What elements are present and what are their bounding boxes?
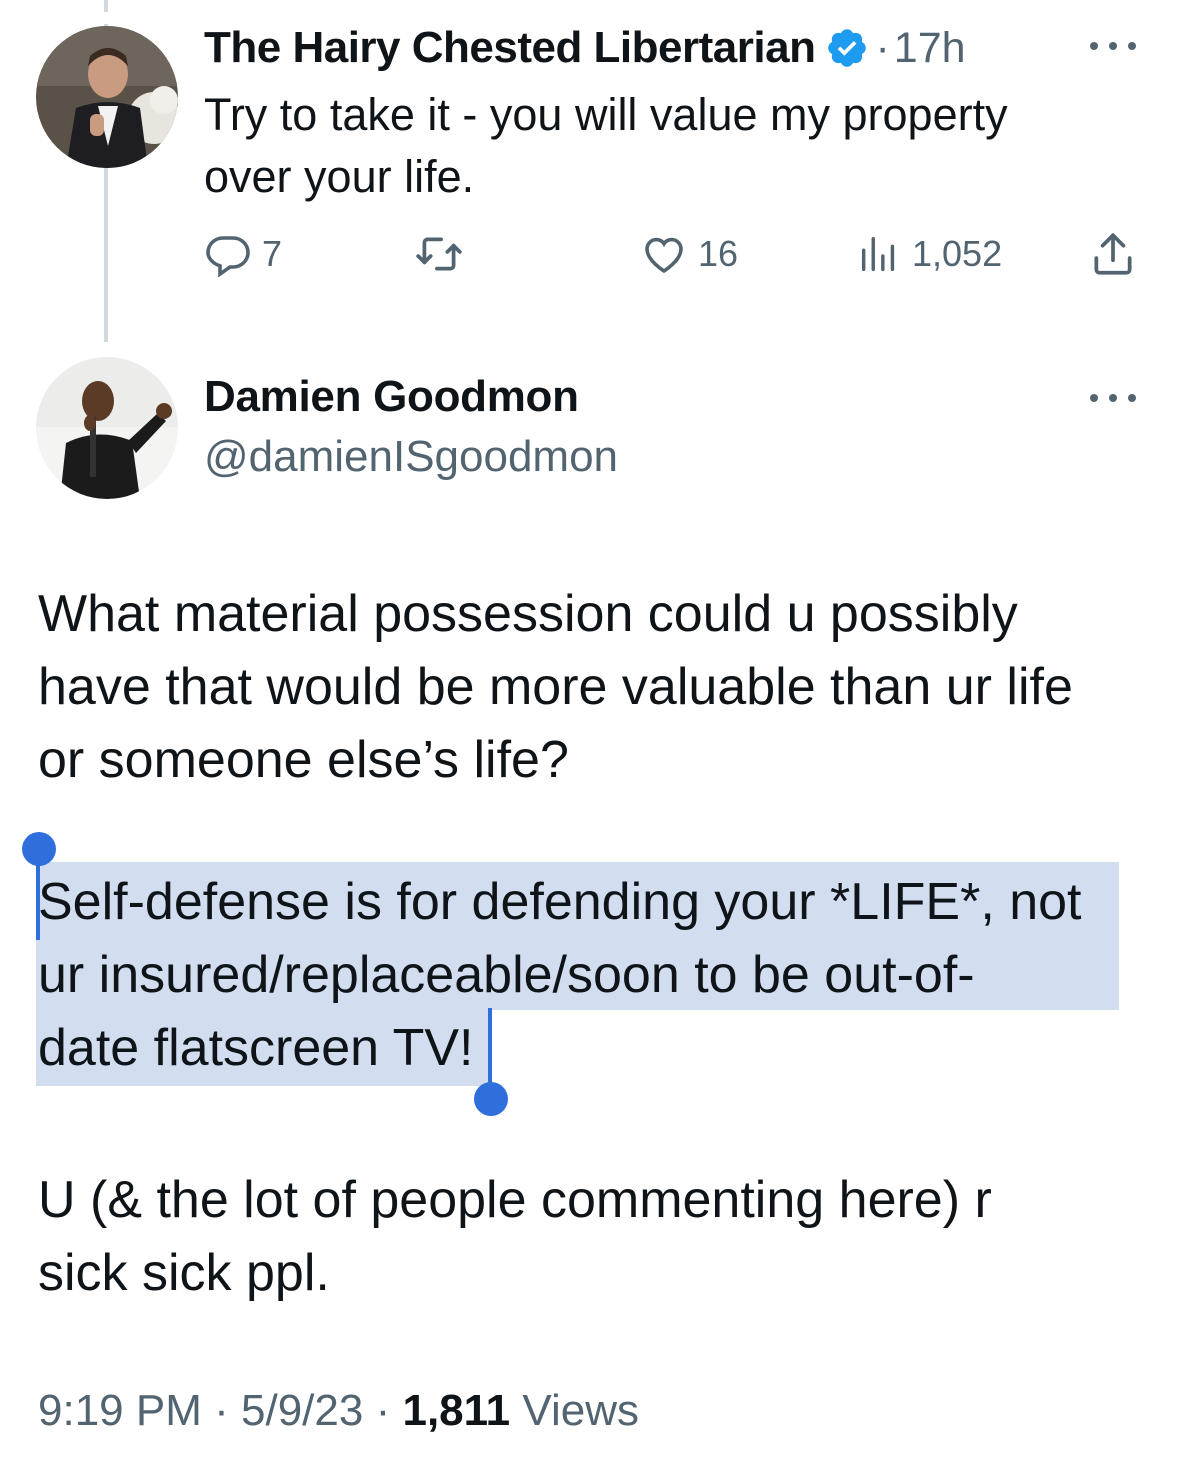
parent-tweet-text: Try to take it - you will value my prope…: [204, 84, 1134, 208]
parent-tweet-text-line: Try to take it - you will value my prope…: [204, 89, 1008, 140]
selection-end-handle[interactable]: [474, 1082, 508, 1116]
parent-tweet-text-line: over your life.: [204, 151, 475, 202]
views-count: 1,811: [402, 1386, 511, 1435]
parent-tweet-header: The Hairy Chested Libertarian · 17h: [204, 20, 966, 76]
parent-author-name[interactable]: The Hairy Chested Libertarian: [204, 23, 816, 73]
reply-author-avatar[interactable]: [36, 357, 178, 499]
reply-text-line: What material possession could u possibl…: [38, 585, 1018, 643]
more-icon[interactable]: [1090, 40, 1136, 52]
separator-dot: ·: [375, 1386, 391, 1435]
more-icon[interactable]: [1090, 392, 1136, 404]
share-button[interactable]: [1088, 226, 1138, 282]
retweet-button[interactable]: [414, 226, 474, 282]
reply-text-line: or someone else’s life?: [38, 731, 569, 789]
reply-paragraph-2-selected[interactable]: Self-defense is for defending your *LIFE…: [38, 866, 1148, 1085]
reply-author-handle[interactable]: @damienISgoodmon: [204, 432, 618, 482]
separator-dot: ·: [214, 1386, 229, 1435]
reply-text-line: date flatscreen TV!: [38, 1019, 474, 1077]
tweet-time[interactable]: 9:19 PM: [38, 1386, 202, 1435]
views-button[interactable]: 1,052: [856, 226, 1002, 282]
reply-button[interactable]: 7: [204, 226, 282, 282]
reply-text-line: U (& the lot of people commenting here) …: [38, 1171, 992, 1229]
reply-text-line: Self-defense is for defending your *LIFE…: [38, 873, 1082, 931]
parent-author-avatar[interactable]: [36, 26, 178, 168]
reply-text-line: have that would be more valuable than ur…: [38, 658, 1073, 716]
heart-icon: [640, 230, 688, 278]
separator-dot: ·: [875, 23, 890, 72]
like-button[interactable]: 16: [640, 226, 738, 282]
verified-badge-icon: [825, 26, 869, 70]
reply-paragraph-1: What material possession could u possibl…: [38, 578, 1148, 797]
reply-author-name[interactable]: Damien Goodmon: [204, 372, 579, 422]
reply-text-line: sick sick ppl.: [38, 1244, 330, 1302]
retweet-icon: [414, 229, 464, 279]
reply-count: 7: [262, 233, 283, 274]
views-count: 1,052: [912, 233, 1003, 274]
reply-paragraph-3: U (& the lot of people commenting here) …: [38, 1164, 1148, 1310]
tweet-footer-meta: 9:19 PM · 5/9/23 · 1,811 Views: [38, 1386, 639, 1436]
tweet-action-bar: 7 16 1,052: [204, 226, 1144, 282]
share-icon: [1088, 229, 1138, 279]
reply-icon: [204, 230, 252, 278]
bar-chart-icon: [856, 231, 902, 277]
like-count: 16: [698, 233, 739, 274]
selection-start-caret: [36, 856, 40, 940]
tweet-date[interactable]: 5/9/23: [241, 1386, 363, 1435]
selection-end-caret: [488, 1008, 492, 1090]
reply-text-line: ur insured/replaceable/soon to be out-of…: [38, 946, 975, 1004]
tweet-timestamp[interactable]: 17h: [894, 24, 966, 73]
views-label: Views: [522, 1386, 639, 1435]
